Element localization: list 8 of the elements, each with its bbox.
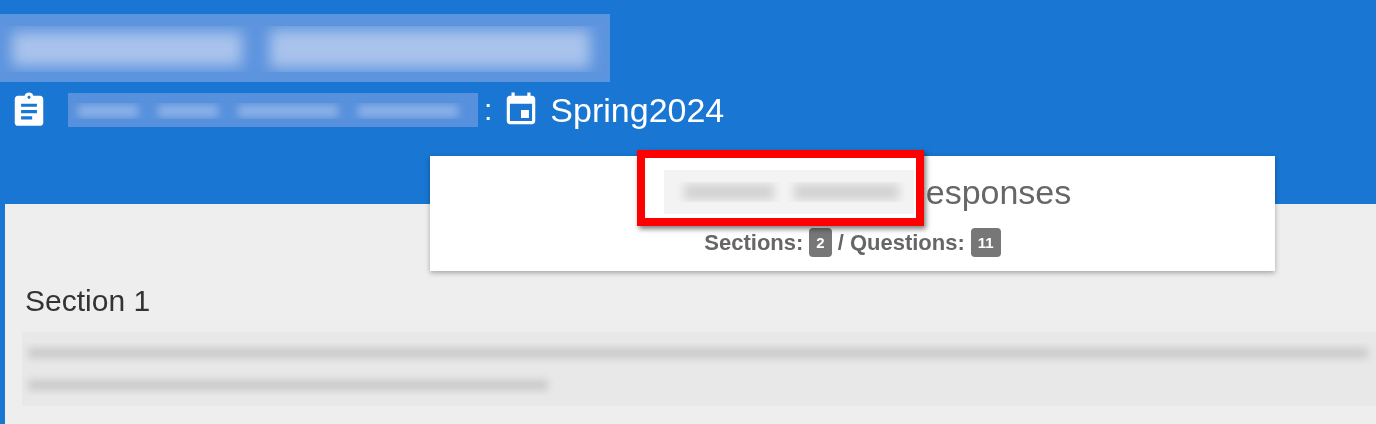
sections-label: Sections:	[704, 229, 804, 256]
count-badge: 11	[970, 228, 1001, 257]
term-label: Spring2024	[550, 90, 725, 130]
separator-colon: :	[484, 93, 493, 127]
count-badge: 2	[809, 228, 832, 257]
card-title: esponses	[925, 172, 1072, 212]
questions-label: / Questions:	[837, 229, 965, 256]
section-heading: Section 1	[25, 284, 152, 318]
